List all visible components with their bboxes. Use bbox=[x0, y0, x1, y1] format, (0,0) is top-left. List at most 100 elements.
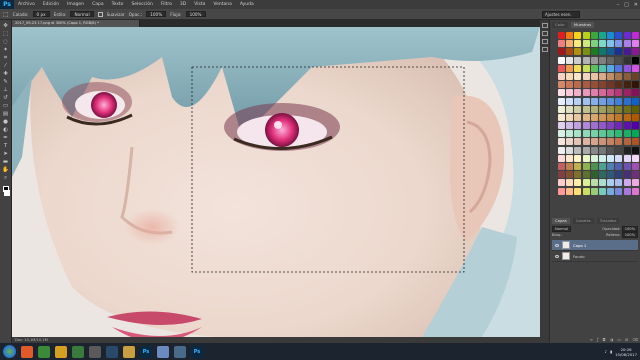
close-button[interactable]: ✕ bbox=[634, 2, 638, 8]
network-icon[interactable]: ▮ bbox=[610, 349, 612, 354]
color-swatch[interactable] bbox=[607, 154, 615, 162]
color-swatch[interactable] bbox=[566, 64, 574, 72]
color-swatch[interactable] bbox=[623, 146, 631, 154]
color-swatch[interactable] bbox=[574, 40, 582, 48]
menu-ventana[interactable]: Ventana bbox=[209, 2, 235, 7]
new-layer-icon[interactable]: ⊞ bbox=[625, 337, 628, 342]
color-swatch[interactable] bbox=[590, 138, 598, 146]
color-swatch[interactable] bbox=[582, 113, 590, 121]
menu-seleccion[interactable]: Selección bbox=[127, 2, 156, 7]
color-swatch[interactable] bbox=[590, 171, 598, 179]
mode-select[interactable]: Normal bbox=[70, 11, 94, 17]
color-swatch[interactable] bbox=[607, 40, 615, 48]
layer-row[interactable]: Fondo bbox=[552, 251, 638, 262]
explorer-icon[interactable] bbox=[55, 345, 67, 358]
color-swatch[interactable] bbox=[582, 130, 590, 138]
color-swatch[interactable] bbox=[582, 146, 590, 154]
color-swatch[interactable] bbox=[607, 171, 615, 179]
color-swatch[interactable] bbox=[558, 154, 565, 162]
healing-brush-icon[interactable]: ✚ bbox=[2, 71, 10, 78]
color-swatch[interactable] bbox=[607, 179, 615, 187]
color-swatch[interactable] bbox=[566, 72, 574, 80]
color-swatch[interactable] bbox=[590, 187, 598, 195]
color-swatch[interactable] bbox=[598, 89, 606, 97]
tab-channels[interactable]: Canales bbox=[572, 218, 594, 224]
magic-wand-icon[interactable]: ✦ bbox=[2, 47, 10, 54]
photoshop-icon-2[interactable]: Ps bbox=[191, 345, 203, 358]
color-swatch[interactable] bbox=[607, 163, 615, 170]
color-swatch[interactable] bbox=[558, 105, 565, 113]
color-swatch[interactable] bbox=[566, 97, 574, 105]
color-swatch[interactable] bbox=[615, 89, 623, 97]
pen-tool-icon[interactable]: ✒ bbox=[2, 135, 10, 142]
color-swatch[interactable] bbox=[574, 89, 582, 97]
color-swatch[interactable] bbox=[598, 138, 606, 146]
color-swatch[interactable] bbox=[558, 97, 565, 105]
color-swatch[interactable] bbox=[590, 97, 598, 105]
color-swatch[interactable] bbox=[607, 48, 615, 56]
color-swatch[interactable] bbox=[590, 48, 598, 56]
color-swatch[interactable] bbox=[623, 40, 631, 48]
color-swatch[interactable] bbox=[598, 40, 606, 48]
color-swatch[interactable] bbox=[582, 154, 590, 162]
color-swatch[interactable] bbox=[607, 138, 615, 146]
color-swatch[interactable] bbox=[558, 113, 565, 121]
color-swatch[interactable] bbox=[558, 72, 565, 80]
color-swatch[interactable] bbox=[631, 171, 639, 179]
trash-icon[interactable]: ⌫ bbox=[632, 337, 638, 342]
color-swatch[interactable] bbox=[582, 163, 590, 170]
color-swatch[interactable] bbox=[590, 72, 598, 80]
color-swatch[interactable] bbox=[615, 113, 623, 121]
game-icon[interactable] bbox=[72, 345, 84, 358]
color-swatch[interactable] bbox=[566, 56, 574, 64]
color-swatch[interactable] bbox=[574, 130, 582, 138]
color-swatch[interactable] bbox=[582, 97, 590, 105]
color-swatch[interactable] bbox=[631, 40, 639, 48]
color-swatch[interactable] bbox=[558, 32, 565, 39]
history-brush-icon[interactable]: ↺ bbox=[2, 95, 10, 102]
color-swatch[interactable] bbox=[566, 122, 574, 130]
color-swatch[interactable] bbox=[607, 105, 615, 113]
eye-icon[interactable] bbox=[555, 243, 559, 247]
color-swatch[interactable] bbox=[623, 105, 631, 113]
eraser-tool-icon[interactable]: ▭ bbox=[2, 103, 10, 110]
color-swatch[interactable] bbox=[623, 72, 631, 80]
color-swatch[interactable] bbox=[623, 154, 631, 162]
color-swatch[interactable] bbox=[558, 171, 565, 179]
fill-input[interactable]: 100% bbox=[621, 232, 638, 238]
tab-layers[interactable]: Capas bbox=[552, 218, 570, 224]
color-swatch[interactable] bbox=[623, 138, 631, 146]
adjust-icon[interactable]: ◑ bbox=[610, 337, 614, 342]
color-swatch[interactable] bbox=[574, 81, 582, 89]
color-swatch[interactable] bbox=[631, 97, 639, 105]
color-swatch[interactable] bbox=[590, 64, 598, 72]
color-swatch[interactable] bbox=[598, 97, 606, 105]
mask-icon[interactable]: ◘ bbox=[603, 337, 606, 342]
gradient-tool-icon[interactable]: ▤ bbox=[2, 111, 10, 118]
document-tab[interactable]: 2017_09-23 17.png al 300% (Capa 1, RGB/8… bbox=[12, 20, 140, 27]
color-swatch[interactable] bbox=[558, 163, 565, 170]
color-swatch[interactable] bbox=[590, 113, 598, 121]
path-select-icon[interactable]: ➤ bbox=[2, 151, 10, 158]
shape-tool-icon[interactable]: ▬ bbox=[2, 159, 10, 166]
color-swatch[interactable] bbox=[631, 89, 639, 97]
color-swatch[interactable] bbox=[582, 171, 590, 179]
color-swatch[interactable] bbox=[574, 72, 582, 80]
color-swatch[interactable] bbox=[607, 97, 615, 105]
color-swatch[interactable] bbox=[574, 146, 582, 154]
color-swatch[interactable] bbox=[598, 163, 606, 170]
color-swatch[interactable] bbox=[582, 72, 590, 80]
color-swatch[interactable] bbox=[598, 146, 606, 154]
color-swatch[interactable] bbox=[574, 154, 582, 162]
color-swatch[interactable] bbox=[598, 179, 606, 187]
color-swatch[interactable] bbox=[598, 187, 606, 195]
color-swatch[interactable] bbox=[607, 89, 615, 97]
color-swatch[interactable] bbox=[566, 138, 574, 146]
workspace-select[interactable]: Ajustes esen. bbox=[542, 11, 580, 18]
color-swatch[interactable] bbox=[631, 187, 639, 195]
menu-texto[interactable]: Texto bbox=[108, 2, 128, 7]
color-swatch[interactable] bbox=[607, 56, 615, 64]
color-swatch[interactable] bbox=[566, 40, 574, 48]
color-swatch[interactable] bbox=[607, 130, 615, 138]
color-swatch[interactable] bbox=[582, 81, 590, 89]
